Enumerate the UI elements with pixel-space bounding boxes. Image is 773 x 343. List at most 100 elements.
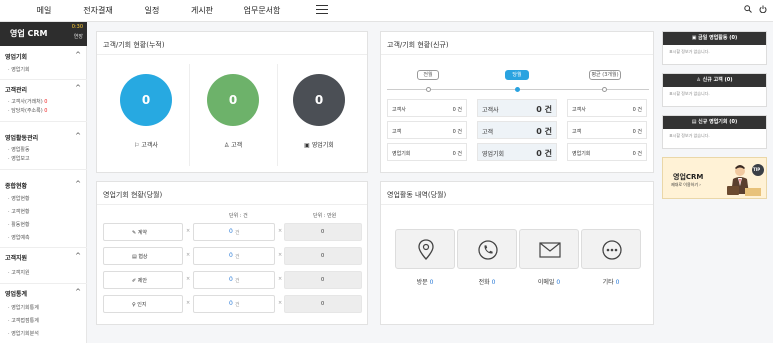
sidebar-item-forecast[interactable]: · 영업예측 bbox=[8, 234, 30, 241]
opportunity-count-circle[interactable]: 0 bbox=[293, 74, 345, 126]
banner-subtitle: 제대로 이용하기 › bbox=[671, 182, 701, 187]
sidebar-item-activity[interactable]: · 영업활동 bbox=[8, 146, 30, 153]
activity-email-label: 이메일 0 bbox=[537, 279, 561, 286]
brand-title: 영업 CRM bbox=[10, 29, 48, 38]
panel-title: 고객/기회 현황(신규) bbox=[387, 41, 449, 49]
chevron-up-icon[interactable]: ^ bbox=[75, 132, 81, 140]
stat-row: 영업기회 0 건 bbox=[477, 143, 557, 161]
stat-row: 영업기회 0 건 bbox=[567, 143, 647, 161]
x-mark: × bbox=[186, 300, 191, 306]
chevron-up-icon[interactable]: ^ bbox=[75, 252, 81, 260]
nav-documents[interactable]: 업무문서함 bbox=[240, 0, 284, 22]
crm-guide-banner[interactable]: 영업CRM 제대로 이용하기 › TIP bbox=[662, 157, 767, 199]
section-title[interactable]: 영업기회 bbox=[5, 52, 27, 61]
chevron-up-icon[interactable]: ^ bbox=[75, 84, 81, 92]
nav-mail[interactable]: 메일 bbox=[30, 0, 58, 22]
stat-row: 고객사 0 건 bbox=[477, 99, 557, 117]
section-title[interactable]: 종합현황 bbox=[5, 181, 27, 190]
sidebar-item-company[interactable]: · 고객사(거래처) 0 bbox=[8, 98, 47, 105]
company-label: ⚐ 고객사 bbox=[134, 142, 158, 149]
stage-negotiation[interactable]: ▤ 협상 bbox=[103, 247, 183, 265]
location-pin-icon bbox=[418, 239, 434, 260]
x-mark: × bbox=[278, 252, 283, 258]
panel-monthly-opportunity: 영업기회 현황(당월) 단위 : 건 단위 : 만원 ✎ 계약 × 0건 × 0… bbox=[96, 181, 368, 325]
customer-count-circle[interactable]: 0 bbox=[207, 74, 259, 126]
sidebar-item-sales-status[interactable]: · 영업현황 bbox=[8, 195, 30, 202]
stage-negotiation-amount: 0 bbox=[284, 247, 362, 265]
session-timer: 0:30 bbox=[71, 24, 83, 30]
sidebar-item-activity-status[interactable]: · 활동현황 bbox=[8, 221, 30, 228]
banner-title: 영업CRM bbox=[673, 173, 704, 181]
today-activity-header[interactable]: ▣ 금일 영업활동 (0) bbox=[663, 32, 766, 45]
chevron-up-icon[interactable]: ^ bbox=[75, 288, 81, 296]
tip-badge: TIP bbox=[753, 167, 761, 172]
section-title[interactable]: 고객지원 bbox=[5, 253, 27, 262]
panel-title: 영업기회 현황(당월) bbox=[103, 191, 163, 199]
section-title[interactable]: 고객관리 bbox=[5, 85, 27, 94]
activity-visit-label: 방문 0 bbox=[416, 279, 434, 286]
nav-approval[interactable]: 전자결재 bbox=[82, 0, 114, 22]
activity-other[interactable] bbox=[581, 229, 641, 269]
company-count-circle[interactable]: 0 bbox=[120, 74, 172, 126]
panel-title: 영업활동 내역(당월) bbox=[387, 191, 447, 199]
timeline-prev-month[interactable]: 전월 bbox=[417, 70, 439, 80]
activity-call[interactable] bbox=[457, 229, 517, 269]
stat-row: 고객사 0 건 bbox=[567, 99, 647, 117]
today-activity-box: ▣ 금일 영업활동 (0) 표시할 정보가 없습니다. bbox=[662, 31, 767, 65]
panel-monthly-activity: 영업활동 내역(당월) 방문 0 전화 0 이메일 0 기타 0 bbox=[380, 181, 654, 325]
new-opportunity-header[interactable]: ▤ 신규 영업기회 (0) bbox=[663, 116, 766, 129]
sidebar-item-opportunity[interactable]: · 영업기회 bbox=[8, 66, 30, 73]
sidebar-item-customer-status[interactable]: · 고객현황 bbox=[8, 208, 30, 215]
timeline-avg[interactable]: 평균 (3개월) bbox=[589, 70, 621, 80]
activity-visit[interactable] bbox=[395, 229, 455, 269]
x-mark: × bbox=[278, 300, 283, 306]
panel-new: 고객/기회 현황(신규) 전월 당월 평균 (3개월) 고객사 0 건 고객 0 건… bbox=[380, 31, 654, 173]
sidebar-item-opp-analysis[interactable]: · 영업기회분석 bbox=[8, 330, 39, 337]
stat-row: 고객 0 건 bbox=[567, 121, 647, 139]
nav-board[interactable]: 게시판 bbox=[186, 0, 218, 22]
unit-count: 단위 : 건 bbox=[229, 213, 248, 219]
sidebar-item-contact-stats[interactable]: · 고객접점통계 bbox=[8, 317, 39, 324]
chevron-up-icon[interactable]: ^ bbox=[75, 180, 81, 188]
power-icon[interactable] bbox=[759, 5, 767, 13]
nav-schedule[interactable]: 일정 bbox=[140, 0, 164, 22]
stage-contract-amount: 0 bbox=[284, 223, 362, 241]
sidebar-item-report[interactable]: · 영업보고 bbox=[8, 155, 30, 162]
top-navigation: 메일 전자결재 일정 게시판 업무문서함 bbox=[0, 0, 773, 22]
stage-contract[interactable]: ✎ 계약 bbox=[103, 223, 183, 241]
unit-amount: 단위 : 만원 bbox=[313, 213, 337, 219]
new-opportunity-box: ▤ 신규 영업기회 (0) 표시할 정보가 없습니다. bbox=[662, 115, 767, 149]
new-customer-header[interactable]: ♙ 신규 고객 (0) bbox=[663, 74, 766, 87]
sidebar-item-support[interactable]: · 고객지원 bbox=[8, 269, 30, 276]
stage-proposal[interactable]: ✐ 제안 bbox=[103, 271, 183, 289]
menu-icon[interactable] bbox=[316, 5, 328, 17]
x-mark: × bbox=[278, 276, 283, 282]
mail-icon bbox=[539, 242, 561, 258]
search-icon[interactable] bbox=[744, 5, 752, 13]
sidebar-item-contact[interactable]: · 담당자(주소록) 0 bbox=[8, 107, 47, 114]
opportunity-label: ▣ 영업기회 bbox=[304, 142, 334, 149]
section-title[interactable]: 영업활동관리 bbox=[5, 133, 38, 142]
more-icon bbox=[602, 240, 622, 260]
timeline-this-month[interactable]: 당월 bbox=[505, 70, 529, 80]
sidebar-item-opp-stats[interactable]: · 영업기회통계 bbox=[8, 304, 39, 311]
stage-awareness-count[interactable]: 0건 bbox=[193, 295, 275, 313]
session-extend[interactable]: 연장 bbox=[74, 33, 83, 40]
activity-email[interactable] bbox=[519, 229, 579, 269]
new-customer-box: ♙ 신규 고객 (0) 표시할 정보가 없습니다. bbox=[662, 73, 767, 107]
stat-row: 고객 0 건 bbox=[477, 121, 557, 139]
x-mark: × bbox=[278, 228, 283, 234]
x-mark: × bbox=[186, 276, 191, 282]
stage-awareness[interactable]: ♀ 인지 bbox=[103, 295, 183, 313]
sidebar-brand: 영업 CRM 0:30 연장 bbox=[0, 22, 87, 46]
stage-negotiation-count[interactable]: 0건 bbox=[193, 247, 275, 265]
stage-contract-count[interactable]: 0건 bbox=[193, 223, 275, 241]
stage-proposal-count[interactable]: 0건 bbox=[193, 271, 275, 289]
x-mark: × bbox=[186, 252, 191, 258]
chevron-up-icon[interactable]: ^ bbox=[75, 51, 81, 59]
section-title[interactable]: 영업통계 bbox=[5, 289, 27, 298]
panel-cumulative: 고객/기회 현황(누적) 0 0 0 ⚐ 고객사 ♙ 고객 ▣ 영업기회 bbox=[96, 31, 368, 173]
panel-title: 고객/기회 현황(누적) bbox=[103, 41, 165, 49]
phone-icon bbox=[478, 240, 498, 260]
activity-call-label: 전화 0 bbox=[478, 279, 496, 286]
